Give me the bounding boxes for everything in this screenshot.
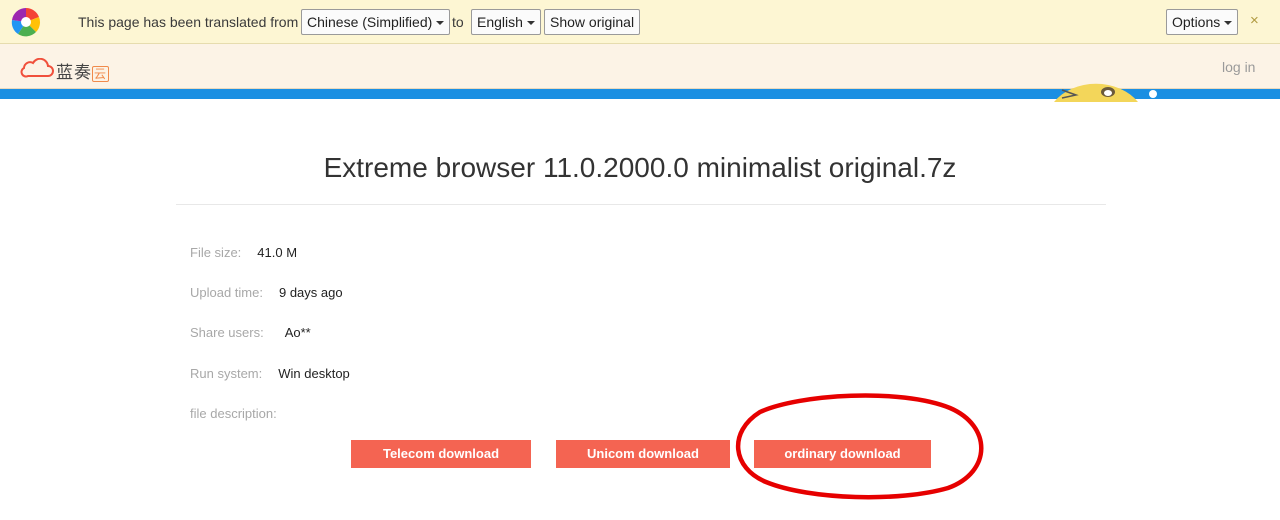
source-language-value: Chinese (Simplified)	[307, 14, 433, 30]
mascot-decoration-icon	[1054, 83, 1157, 102]
brand-name-text: 蓝奏	[56, 63, 92, 82]
options-label: Options	[1172, 14, 1221, 30]
file-description-row: file description:	[190, 406, 293, 421]
telecom-download-button[interactable]: Telecom download	[351, 440, 531, 468]
target-language-value: English	[477, 14, 523, 30]
chevron-down-icon	[526, 21, 535, 26]
target-language-select[interactable]: English	[471, 9, 541, 35]
highlight-circle-annotation	[735, 393, 984, 500]
close-icon[interactable]: ×	[1250, 12, 1259, 29]
run-system-value: Win desktop	[278, 366, 350, 381]
run-system-row: Run system: Win desktop	[190, 366, 350, 381]
upload-time-label: Upload time:	[190, 285, 263, 300]
translate-message: This page has been translated from	[78, 14, 299, 30]
divider	[176, 204, 1106, 205]
file-title: Extreme browser 11.0.2000.0 minimalist o…	[323, 152, 957, 183]
browser-logo-icon	[11, 7, 41, 37]
file-size-value: 41.0 M	[257, 245, 298, 260]
file-description-label: file description:	[190, 406, 277, 421]
run-system-label: Run system:	[190, 366, 263, 381]
share-users-row: Share users: Ao**	[190, 325, 311, 340]
chevron-down-icon	[1224, 21, 1233, 26]
translate-connector: to	[452, 14, 464, 30]
cloud-icon	[20, 58, 54, 78]
share-users-value: Ao**	[284, 325, 311, 340]
file-size-label: File size:	[190, 245, 242, 260]
upload-time-row: Upload time: 9 days ago	[190, 285, 343, 300]
unicom-download-button[interactable]: Unicom download	[556, 440, 730, 468]
chevron-down-icon	[436, 21, 445, 26]
file-size-row: File size: 41.0 M	[190, 245, 297, 260]
brand-badge: 云	[92, 66, 110, 82]
share-users-label: Share users:	[190, 325, 264, 340]
upload-time-value: 9 days ago	[278, 285, 343, 300]
source-language-select[interactable]: Chinese (Simplified)	[301, 9, 451, 35]
login-link[interactable]: log in	[1222, 59, 1255, 75]
translate-bar: This page has been translated from Chine…	[0, 0, 1280, 44]
show-original-button[interactable]: Show original	[544, 9, 641, 35]
brand-name: 蓝奏云	[56, 58, 110, 83]
options-button[interactable]: Options	[1166, 9, 1239, 35]
show-original-label: Show original	[550, 14, 635, 30]
